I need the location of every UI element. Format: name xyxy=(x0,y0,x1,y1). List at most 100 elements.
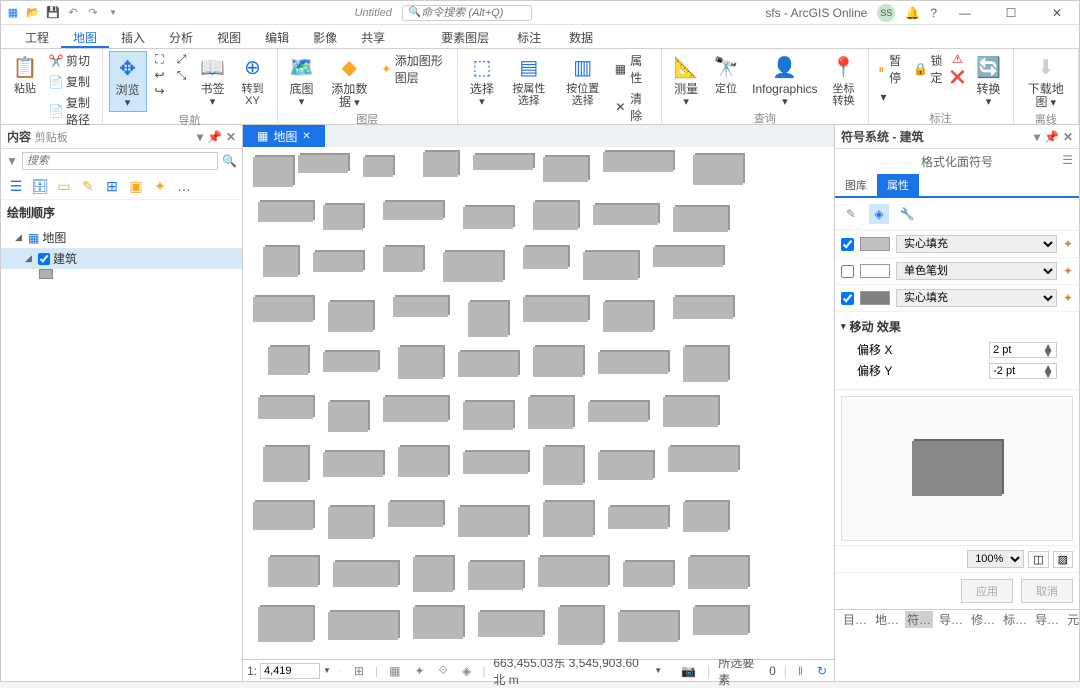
dock-tab[interactable]: 地… xyxy=(873,611,901,628)
close-tab-icon[interactable]: ✕ xyxy=(302,131,310,142)
cancel-button[interactable]: 取消 xyxy=(1021,579,1073,603)
scale-control[interactable]: 1: ▼ xyxy=(247,663,331,679)
list-selection-icon[interactable]: ▭ xyxy=(55,177,73,195)
panel-options-icon[interactable]: ▾ xyxy=(197,130,203,144)
contents-more-icon[interactable]: … xyxy=(175,177,193,195)
locate-button[interactable]: 🔭定位 xyxy=(708,51,744,97)
fixed-zoom-in-icon[interactable]: ⤢ xyxy=(173,51,191,67)
zoom-next-icon[interactable]: ↪ xyxy=(151,83,169,99)
new-project-icon[interactable]: ▦ xyxy=(5,5,21,21)
add-data-button[interactable]: ◆添加数据 ▾ xyxy=(324,51,376,111)
avatar[interactable]: SS xyxy=(877,4,895,22)
minimize-button[interactable]: — xyxy=(947,3,983,23)
infographics-button[interactable]: 👤Infographics ▾ xyxy=(748,51,821,110)
coord-convert-button[interactable]: 📍坐标转换 xyxy=(826,51,862,109)
close-button[interactable]: ✕ xyxy=(1039,3,1075,23)
list-editing-icon[interactable]: ✎ xyxy=(79,177,97,195)
cut-button[interactable]: ✂️剪切 xyxy=(47,51,96,70)
filter-search-icon[interactable]: 🔍 xyxy=(222,154,237,168)
ctx-tab-labeling[interactable]: 标注 xyxy=(503,25,555,48)
redo-icon[interactable]: ↷ xyxy=(85,5,101,21)
zoom-prev-icon[interactable]: ↩ xyxy=(151,67,169,83)
tab-imagery[interactable]: 影像 xyxy=(301,25,349,48)
select-by-attr-button[interactable]: ▤按属性选择 xyxy=(504,51,554,109)
save-icon[interactable]: 💾 xyxy=(45,5,61,21)
panel-close-icon[interactable]: ✕ xyxy=(226,130,236,144)
copy-button[interactable]: 📄复制 xyxy=(47,72,96,91)
ctx-tab-feature-layer[interactable]: 要素图层 xyxy=(427,25,503,48)
select-button[interactable]: ⬚选择 ▾ xyxy=(464,51,500,110)
symbol-format-icon[interactable]: ✎ xyxy=(841,204,861,224)
select-by-loc-button[interactable]: ▥按位置选择 xyxy=(558,51,608,109)
expand-icon[interactable]: ◢ xyxy=(15,232,25,243)
add-graphics-button[interactable]: ✦添加图形图层 xyxy=(379,51,451,87)
camera-icon[interactable]: 📷 xyxy=(678,664,699,678)
offset-y-spinner[interactable]: ▲▼ xyxy=(989,363,1057,379)
tab-view[interactable]: 视图 xyxy=(205,25,253,48)
stroke-type-select[interactable]: 单色笔划 xyxy=(896,262,1057,280)
lock-labels-button[interactable]: 🔒锁定 xyxy=(912,51,945,87)
qat-dropdown-icon[interactable]: ▼ xyxy=(105,5,121,21)
undo-icon[interactable]: ↶ xyxy=(65,5,81,21)
layer-enable-checkbox[interactable] xyxy=(841,292,854,305)
spin-down-icon[interactable]: ▼ xyxy=(1042,371,1054,377)
list-drawing-order-icon[interactable]: ☰ xyxy=(7,177,25,195)
ctx-tab-data[interactable]: 数据 xyxy=(555,25,607,48)
dock-tab[interactable]: 目… xyxy=(841,611,869,628)
filter-icon[interactable]: ▼ xyxy=(6,154,18,168)
dock-tab[interactable]: 导… xyxy=(1033,611,1061,628)
fill-type-select[interactable]: 实心填充 xyxy=(896,289,1057,307)
hamburger-icon[interactable]: ☰ xyxy=(1062,153,1073,167)
color-swatch[interactable] xyxy=(860,264,890,278)
spin-down-icon[interactable]: ▼ xyxy=(1042,350,1054,356)
sym-pin-icon[interactable]: 📌 xyxy=(1044,130,1059,144)
offset-x-spinner[interactable]: ▲▼ xyxy=(989,342,1057,358)
convert-labels-button[interactable]: 🔄转换 ▾ xyxy=(971,51,1007,110)
notifications-icon[interactable]: 🔔 xyxy=(905,6,920,20)
constraints-icon[interactable]: ⟐ xyxy=(436,663,451,678)
layer-visibility-checkbox[interactable] xyxy=(38,253,50,265)
zoom-actual-icon[interactable]: ◫ xyxy=(1028,551,1048,568)
fill-type-select[interactable]: 实心填充 xyxy=(896,235,1057,253)
open-project-icon[interactable]: 📂 xyxy=(25,5,41,21)
layer-swatch[interactable] xyxy=(39,269,53,279)
explore-button[interactable]: ✥浏览 ▾ xyxy=(109,51,147,112)
attributes-button[interactable]: ▦属性 xyxy=(612,51,655,87)
tab-analysis[interactable]: 分析 xyxy=(157,25,205,48)
sym-options-icon[interactable]: ▾ xyxy=(1034,130,1040,144)
tree-item-symbol[interactable] xyxy=(1,269,242,279)
correction-icon[interactable]: ◈ xyxy=(459,664,474,678)
tab-edit[interactable]: 编辑 xyxy=(253,25,301,48)
coords-dropdown-icon[interactable]: ▼ xyxy=(654,666,662,675)
color-swatch[interactable] xyxy=(860,237,890,251)
symbol-structure-icon[interactable]: 🔧 xyxy=(897,204,917,224)
dock-tab[interactable]: 导… xyxy=(937,611,965,628)
sym-tab-properties[interactable]: 属性 xyxy=(877,174,919,196)
panel-pin-icon[interactable]: 📌 xyxy=(207,130,222,144)
tree-item-map[interactable]: ◢ ▦ 地图 xyxy=(1,227,242,248)
copy-path-button[interactable]: 📄复制路径 xyxy=(47,93,96,129)
rotation-icon[interactable]: ⊞ xyxy=(351,664,367,678)
tree-item-layer[interactable]: ◢ 建筑 xyxy=(1,248,242,269)
dock-tab[interactable]: 标… xyxy=(1001,611,1029,628)
refresh-icon[interactable]: ↻ xyxy=(814,664,830,678)
basemap-button[interactable]: 🗺️底图 ▾ xyxy=(284,51,320,110)
tab-share[interactable]: 共享 xyxy=(349,25,397,48)
map-tab-active[interactable]: ▦ 地图 ✕ xyxy=(243,125,325,147)
dock-tab[interactable]: 元… xyxy=(1065,611,1080,628)
maximize-button[interactable]: ☐ xyxy=(993,3,1029,23)
measure-button[interactable]: 📐测量 ▾ xyxy=(668,51,704,110)
color-swatch[interactable] xyxy=(860,291,890,305)
offset-x-input[interactable] xyxy=(990,343,1040,357)
expand-icon[interactable]: ◢ xyxy=(25,253,35,264)
pause-drawing-icon[interactable]: ‖ xyxy=(795,664,806,678)
tab-project[interactable]: 工程 xyxy=(13,25,61,48)
layer-settings-icon[interactable]: ✦ xyxy=(1063,237,1073,251)
grid-icon[interactable]: ▦ xyxy=(386,664,403,678)
symbol-layers-icon[interactable]: ◈ xyxy=(869,204,889,224)
layer-enable-checkbox[interactable] xyxy=(841,265,854,278)
scale-dropdown-icon[interactable]: ▼ xyxy=(323,666,331,675)
scale-input[interactable] xyxy=(260,663,320,679)
more-labeling-button[interactable]: ▾ xyxy=(875,89,908,105)
command-search-input[interactable] xyxy=(421,7,525,19)
